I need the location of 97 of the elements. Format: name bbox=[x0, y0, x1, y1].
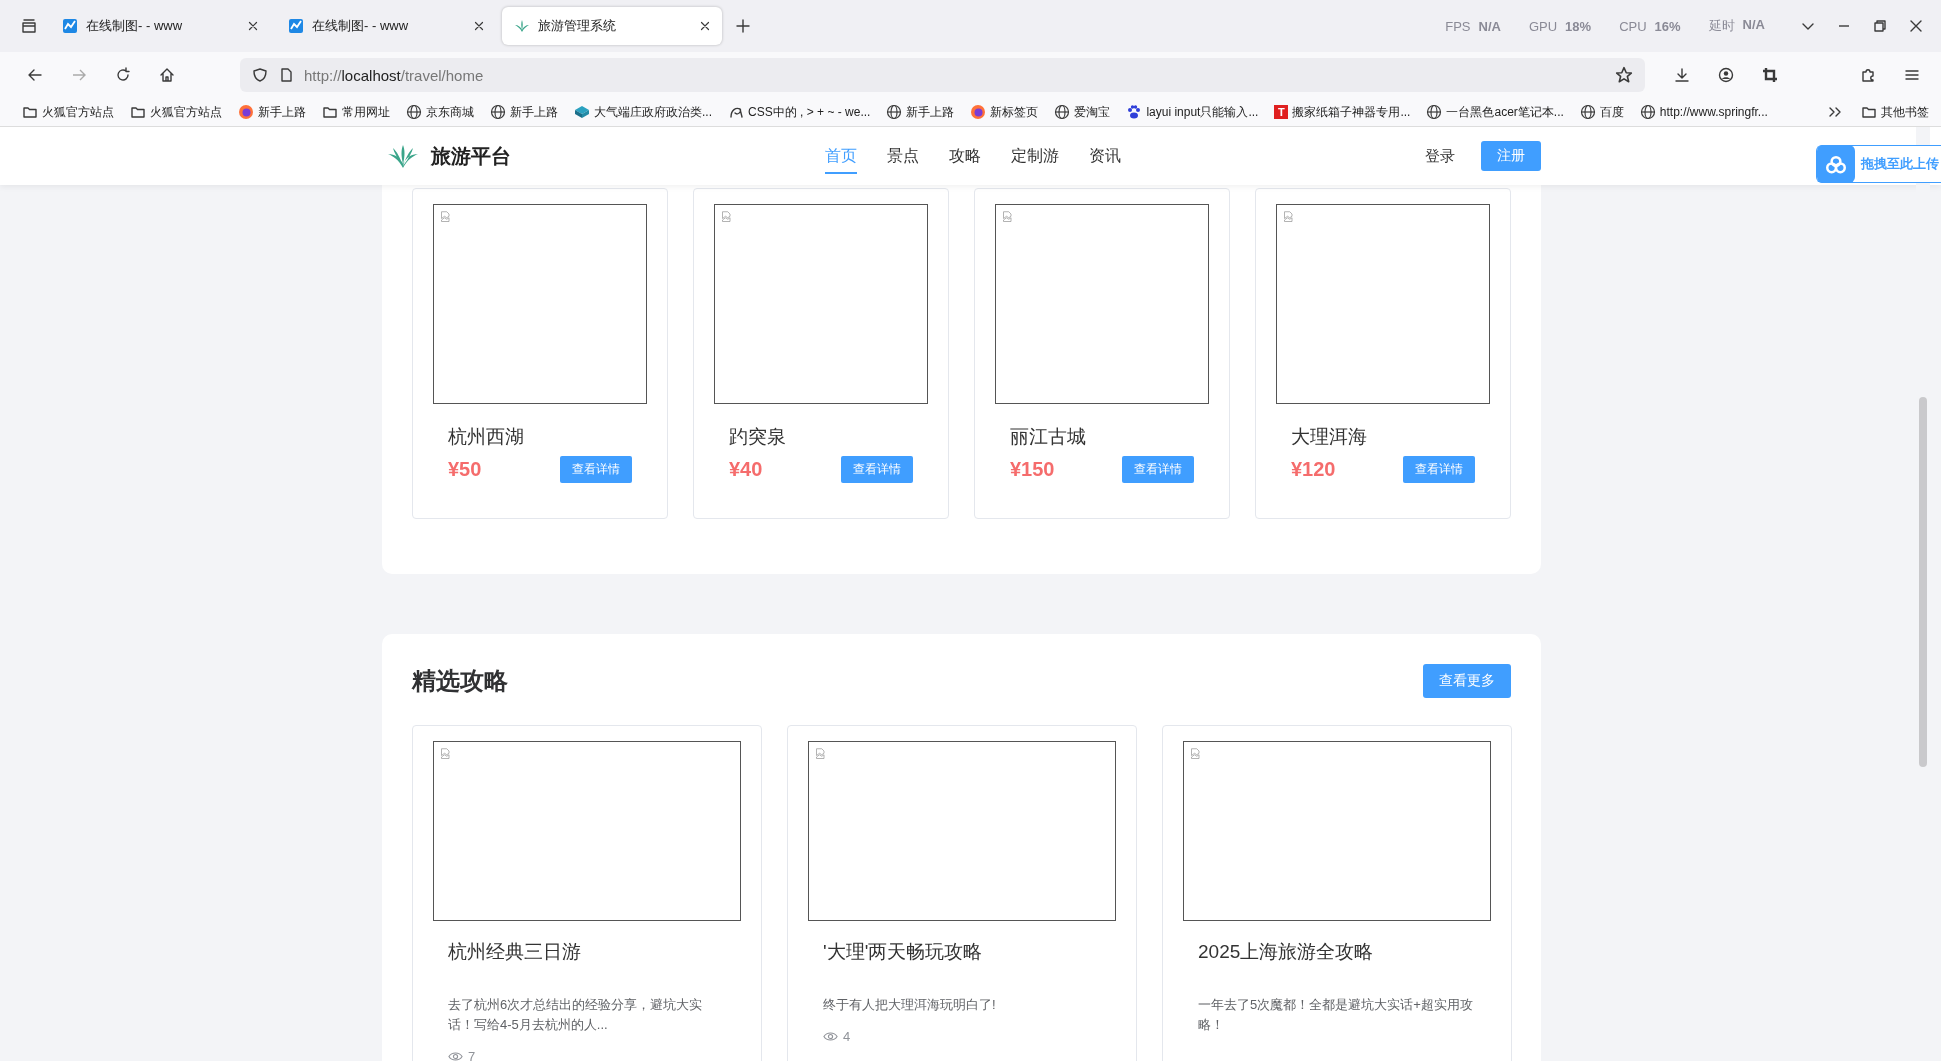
globe-icon bbox=[406, 104, 422, 120]
chart-icon bbox=[288, 18, 304, 34]
attraction-name: 趵突泉 bbox=[729, 425, 787, 449]
globe-icon bbox=[1579, 104, 1596, 120]
guide-title: 杭州经典三日游 bbox=[448, 940, 582, 964]
scrollbar-thumb[interactable] bbox=[1919, 397, 1927, 767]
nav-link[interactable]: 景点 bbox=[887, 138, 919, 174]
section-title: 精选攻略 bbox=[412, 666, 508, 696]
price: ¥40 bbox=[729, 458, 763, 481]
browser-tab[interactable]: 旅游管理系统 bbox=[502, 7, 722, 45]
restore-icon bbox=[1872, 18, 1888, 34]
plus-icon bbox=[735, 18, 751, 34]
eye-icon bbox=[823, 1029, 838, 1044]
globe-icon bbox=[1054, 104, 1071, 120]
crop-icon bbox=[1762, 67, 1778, 83]
view-count: 7 bbox=[468, 1049, 476, 1061]
folder-icon bbox=[322, 104, 338, 120]
bookmark-folder[interactable]: 其他书签 bbox=[1861, 103, 1929, 121]
login-link[interactable]: 登录 bbox=[1419, 145, 1461, 167]
star-icon bbox=[1615, 66, 1633, 84]
globe-icon bbox=[886, 104, 903, 120]
minimize-icon bbox=[1838, 25, 1850, 27]
globe-icon bbox=[1426, 104, 1443, 120]
browser-tab[interactable]: 在线制图- - www bbox=[276, 7, 496, 45]
bookmark[interactable]: 爱淘宝 bbox=[1054, 103, 1111, 121]
firefox-icon bbox=[970, 104, 987, 120]
bookmark[interactable]: 京东商城 bbox=[406, 103, 474, 121]
shield-icon bbox=[252, 67, 268, 83]
performance-stat: 延时 N/A bbox=[1708, 17, 1765, 35]
nav-link[interactable]: 定制游 bbox=[1011, 138, 1059, 174]
performance-stat: FPS N/A bbox=[1445, 18, 1501, 34]
bookmark[interactable]: 常用网址 bbox=[322, 103, 390, 121]
guide-title: '大理'两天畅玩攻略 bbox=[823, 940, 984, 964]
puzzle-icon bbox=[1860, 67, 1876, 83]
broken-image-icon bbox=[1283, 211, 1295, 223]
browser-tab[interactable]: 在线制图- - www bbox=[50, 7, 270, 45]
bookmark[interactable]: 一台黑色acer笔记本... bbox=[1426, 103, 1564, 121]
page-icon bbox=[278, 67, 294, 83]
bookmark[interactable]: 火狐官方站点 bbox=[130, 103, 222, 121]
broken-image-icon bbox=[815, 748, 827, 760]
home-icon bbox=[159, 67, 175, 83]
folder-icon bbox=[22, 104, 38, 120]
brand-name: 旅游平台 bbox=[431, 143, 511, 169]
letter-icon: T bbox=[1274, 105, 1289, 119]
performance-stat: CPU 16% bbox=[1619, 18, 1681, 34]
broken-image-icon bbox=[440, 748, 452, 760]
bookmark[interactable]: 火狐官方站点 bbox=[22, 103, 114, 121]
cube-icon bbox=[574, 104, 590, 120]
nav-link[interactable]: 资讯 bbox=[1089, 138, 1121, 174]
nav-link[interactable]: 攻略 bbox=[949, 138, 981, 174]
price: ¥120 bbox=[1291, 458, 1336, 481]
bookmark[interactable]: 新标签页 bbox=[970, 103, 1039, 121]
guide-summary: 终于有人把大理洱海玩明白了! bbox=[823, 996, 997, 1014]
guide-title: 2025上海旅游全攻略 bbox=[1198, 940, 1375, 964]
bookmark[interactable]: layui input只能输入... bbox=[1126, 103, 1259, 121]
folder-icon bbox=[130, 104, 146, 120]
chart-icon bbox=[62, 18, 78, 34]
firefox-icon bbox=[238, 104, 254, 120]
broken-image-icon bbox=[1002, 211, 1014, 223]
broken-image-icon bbox=[721, 211, 733, 223]
reload-icon bbox=[115, 67, 131, 83]
guide-summary: 去了杭州6次才总结出的经验分享，避坑大实话！写给4-5月去杭州的人... bbox=[448, 996, 704, 1034]
bookmark[interactable]: 大气端庄政府政治类... bbox=[574, 103, 712, 121]
guide-summary: 一年去了5次魔都！全都是避坑大实话+超实用攻略！ bbox=[1198, 996, 1474, 1034]
eye-icon bbox=[448, 1049, 463, 1061]
bookmark[interactable]: CSS中的 , > + ~ - we... bbox=[728, 103, 871, 121]
close-icon bbox=[246, 19, 260, 33]
attraction-name: 大理洱海 bbox=[1291, 425, 1368, 449]
menu-icon bbox=[1904, 67, 1920, 83]
folder-icon bbox=[1861, 104, 1877, 120]
attraction-name: 丽江古城 bbox=[1010, 425, 1087, 449]
globe-icon bbox=[1639, 104, 1656, 120]
bookmark[interactable]: 新手上路 bbox=[886, 103, 955, 121]
globe-icon bbox=[490, 104, 506, 120]
back-arrow-icon bbox=[27, 67, 43, 83]
close-icon bbox=[472, 19, 486, 33]
bookmark[interactable]: 新手上路 bbox=[238, 103, 306, 121]
bookmark[interactable]: 百度 bbox=[1579, 103, 1624, 121]
price: ¥50 bbox=[448, 458, 482, 481]
tab-overview-icon bbox=[21, 18, 37, 34]
attraction-name: 杭州西湖 bbox=[448, 425, 525, 449]
download-icon bbox=[1674, 67, 1690, 83]
price: ¥150 bbox=[1010, 458, 1055, 481]
close-icon bbox=[1908, 18, 1924, 34]
address-bar[interactable]: http://localhost/travel/home bbox=[240, 58, 1645, 92]
paw-icon bbox=[1126, 104, 1143, 120]
account-icon bbox=[1718, 67, 1734, 83]
cloud-icon bbox=[1826, 154, 1846, 174]
bookmark[interactable]: T 搬家纸箱子神器专用... bbox=[1274, 103, 1411, 121]
bookmark[interactable]: 新手上路 bbox=[490, 103, 558, 121]
forward-arrow-icon bbox=[71, 67, 87, 83]
performance-stat: GPU 18% bbox=[1528, 18, 1592, 34]
bookmark[interactable]: http://www.springfr... bbox=[1639, 104, 1768, 120]
broken-image-icon bbox=[1190, 748, 1202, 760]
broken-image-icon bbox=[440, 211, 452, 223]
view-count: 4 bbox=[843, 1029, 851, 1044]
close-icon bbox=[698, 19, 712, 33]
